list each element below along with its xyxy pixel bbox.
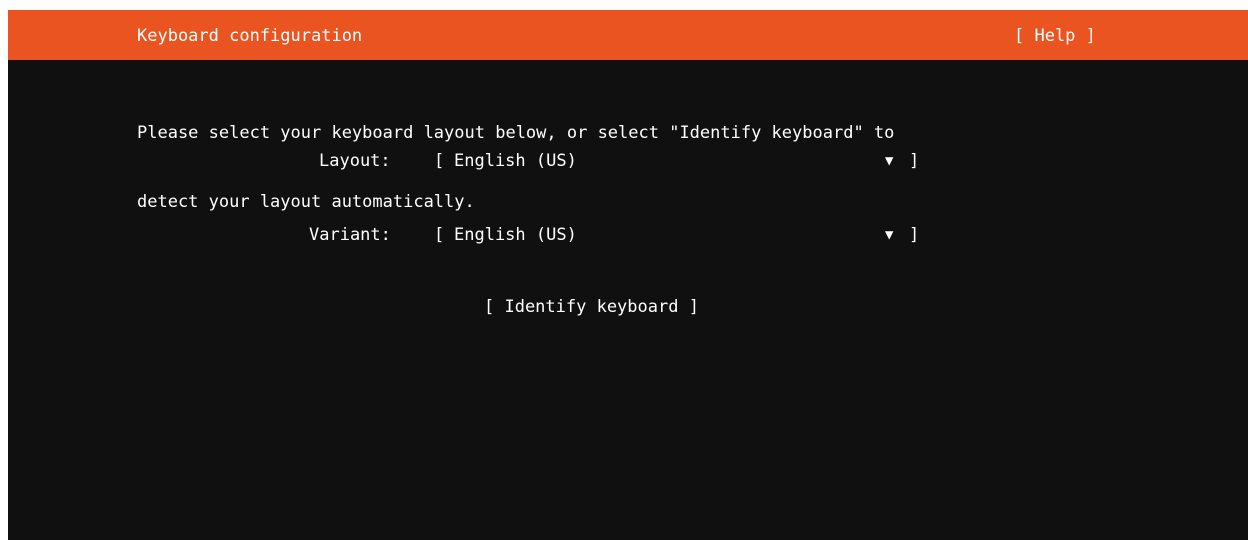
- top-border: [0, 0, 1248, 10]
- variant-label: Variant:: [309, 225, 391, 245]
- dropdown-arrow-icon: ▼: [885, 227, 894, 243]
- variant-bracket-close: ]: [909, 225, 920, 245]
- layout-bracket-close: ]: [909, 151, 920, 171]
- dropdown-arrow-icon: ▼: [885, 153, 894, 169]
- instructions-line-1: Please select your keyboard layout below…: [137, 123, 895, 143]
- help-button[interactable]: [ Help ]: [1014, 25, 1096, 47]
- layout-bracket-open: [: [434, 151, 445, 171]
- layout-value: English (US): [454, 151, 577, 171]
- variant-bracket-open: [: [434, 225, 445, 245]
- identify-keyboard-button[interactable]: [ Identify keyboard ]: [484, 296, 699, 318]
- layout-select[interactable]: [ English (US) ▼ ]: [434, 150, 924, 172]
- instructions-line-2: detect your layout automatically.: [137, 192, 475, 212]
- title-bar: Keyboard configuration [ Help ]: [8, 10, 1248, 60]
- installer-screen: Keyboard configuration [ Help ] Please s…: [8, 10, 1248, 540]
- layout-label: Layout:: [319, 151, 391, 171]
- variant-value: English (US): [454, 225, 577, 245]
- variant-select[interactable]: [ English (US) ▼ ]: [434, 224, 924, 246]
- page-title: Keyboard configuration: [137, 26, 363, 46]
